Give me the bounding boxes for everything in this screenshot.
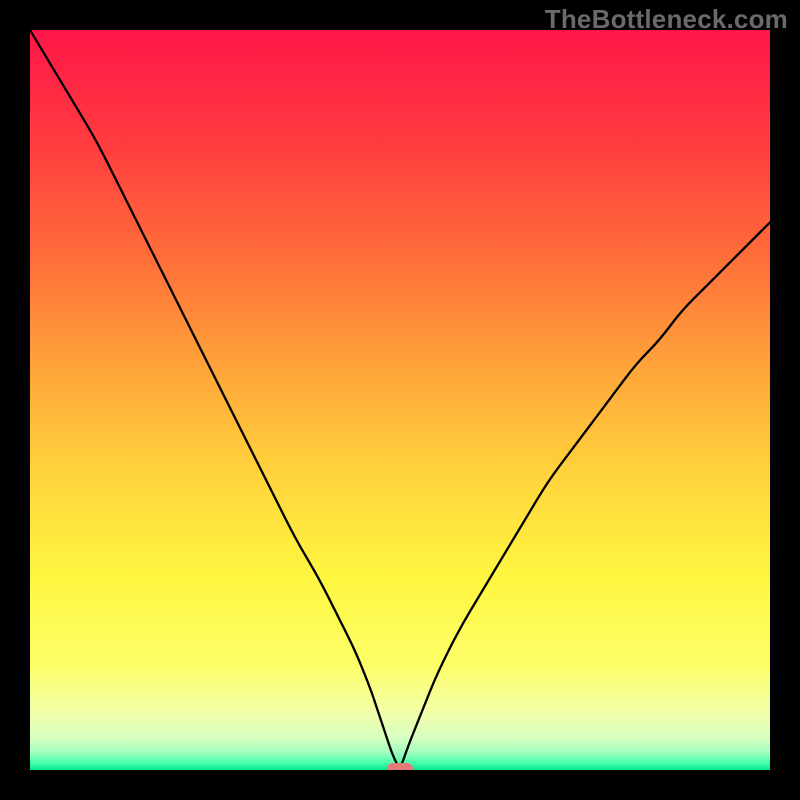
chart-svg	[30, 30, 770, 770]
chart-plot-area	[30, 30, 770, 770]
optimal-point-marker	[387, 763, 413, 770]
outer-frame: TheBottleneck.com	[0, 0, 800, 800]
chart-background	[30, 30, 770, 770]
